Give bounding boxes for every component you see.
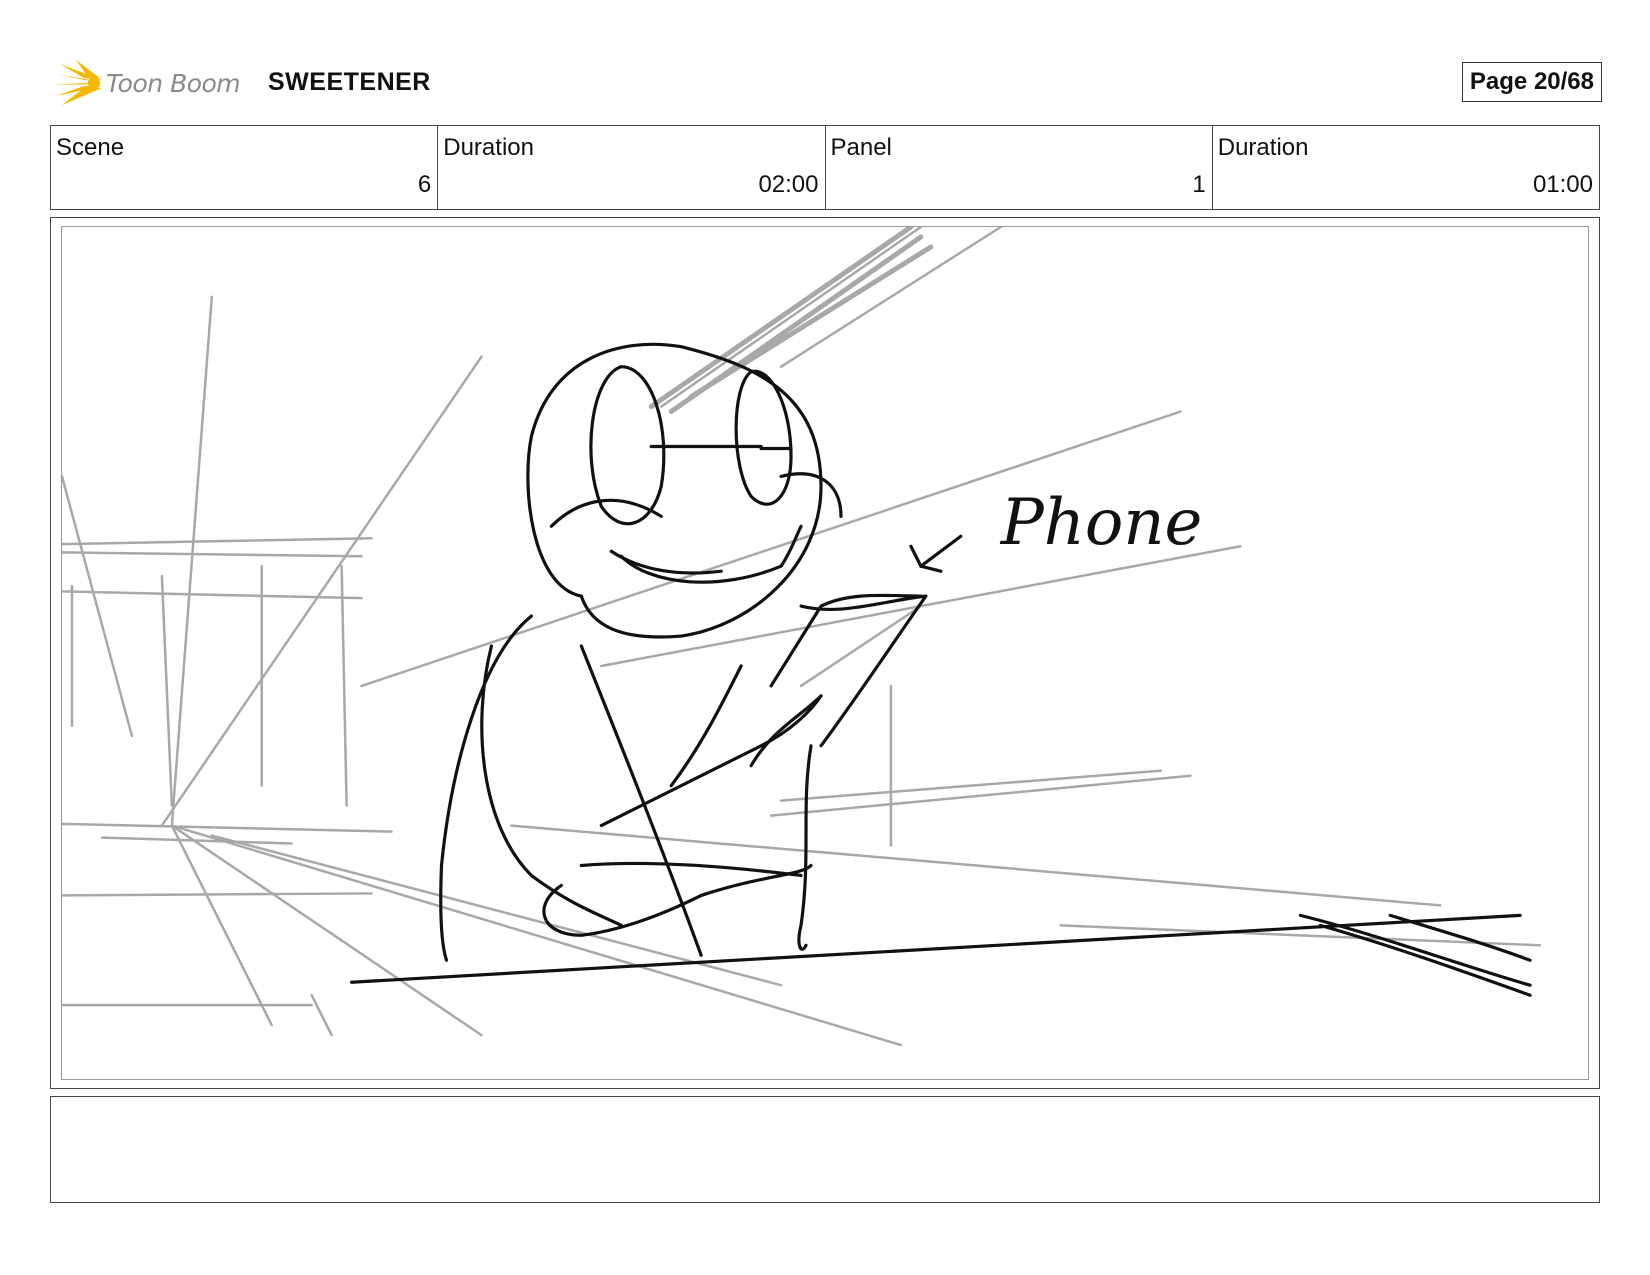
brand-name: Toon Boom <box>106 68 241 98</box>
panel-duration-value: 01:00 <box>1532 171 1593 198</box>
starburst-icon <box>54 60 102 105</box>
panel-value: 1 <box>1192 171 1206 198</box>
toon-boom-logo: Toon Boom <box>54 58 241 108</box>
scene-value: 6 <box>417 171 432 198</box>
panel-info-row: Scene 6 Duration 02:00 Panel 1 Duration … <box>50 125 1600 210</box>
panel-label: Panel <box>830 134 892 161</box>
panel-image-frame: Phone <box>50 217 1600 1089</box>
panel-safe-area: Phone <box>61 226 1589 1080</box>
scene-cell: Scene 6 <box>51 126 439 209</box>
panel-cell: Panel 1 <box>826 126 1213 209</box>
panel-duration-label: Duration <box>1217 134 1309 161</box>
page-indicator: Page 20/68 <box>1461 62 1602 102</box>
project-title: SWEETENER <box>268 68 431 96</box>
phone-annotation: Phone <box>1000 486 1203 560</box>
panel-duration-cell: Duration 01:00 <box>1213 126 1599 209</box>
storyboard-sketch: Phone <box>62 227 1542 1047</box>
scene-duration-value: 02:00 <box>758 171 819 198</box>
scene-label: Scene <box>56 134 125 161</box>
scene-duration-label: Duration <box>443 134 534 161</box>
scene-duration-cell: Duration 02:00 <box>438 126 826 209</box>
storyboard-header: Toon Boom SWEETENER Page 20/68 <box>54 58 1602 108</box>
panel-notes-box <box>50 1096 1600 1203</box>
